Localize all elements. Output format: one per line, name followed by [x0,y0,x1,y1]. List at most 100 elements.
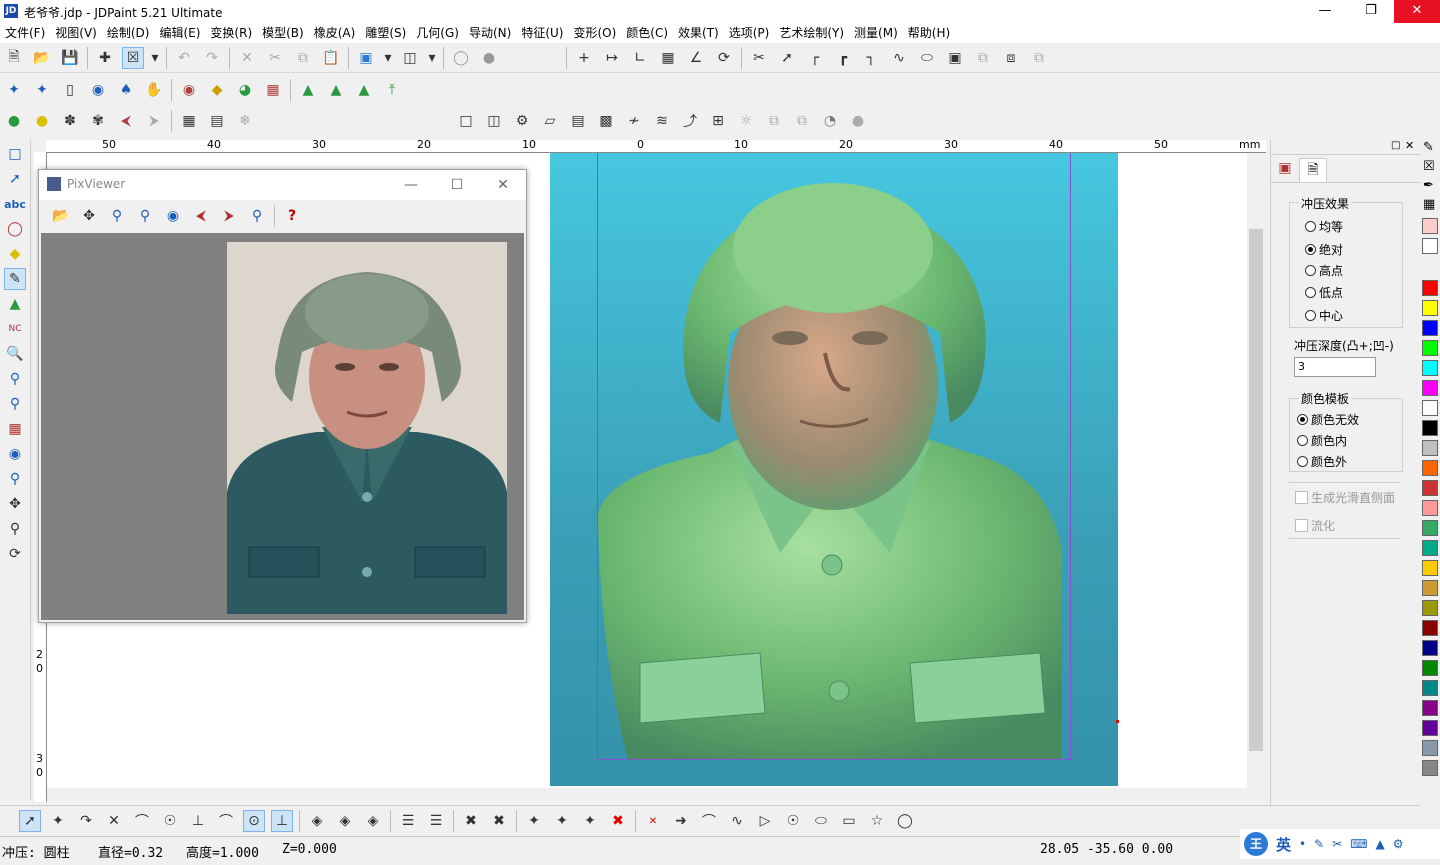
zoom-fit-icon[interactable]: ⚲ [4,468,26,490]
mountain-icon[interactable]: ▲ [4,293,26,315]
move-icon[interactable]: ✥ [78,205,100,227]
stamp-icon[interactable]: ▲ [297,79,319,101]
overlap-icon[interactable]: ⧉ [763,110,785,132]
pencil-icon[interactable]: ✎ [1423,140,1434,155]
panel-restore-icon[interactable]: □ [1391,140,1400,151]
color-swatch[interactable] [1422,760,1438,776]
text-abc-icon[interactable]: abc [4,193,26,215]
color-swatch[interactable] [1422,680,1438,696]
overlap-2-icon[interactable]: ⧉ [791,110,813,132]
menu-eraser[interactable]: 橡皮(A) [309,23,361,43]
shell-icon[interactable]: ◉ [178,79,200,101]
multi-light-icon[interactable]: ✾ [87,110,109,132]
select-box-icon[interactable]: ☒ [122,47,144,69]
combine-icon[interactable]: ⧈ [1000,47,1022,69]
color-swatch[interactable] [1422,740,1438,756]
color-wheel-icon[interactable]: ◕ [234,79,256,101]
ime-pen-icon[interactable]: ✎ [1314,837,1324,851]
layer-icon[interactable]: ▦ [262,79,284,101]
extend-icon[interactable]: ➚ [776,47,798,69]
node-delete-icon[interactable]: ✖ [460,810,482,832]
layer-stack-icon[interactable]: ☰ [397,810,419,832]
grid-icon[interactable]: ▤ [206,110,228,132]
fillet-icon[interactable]: ┌ [804,47,826,69]
menu-art-draw[interactable]: 艺术绘制(Y) [774,23,849,43]
align-icon[interactable]: ◫ [483,110,505,132]
ime-skin-icon[interactable]: ▲ [1376,837,1385,851]
sun-icon[interactable]: ☼ [735,110,757,132]
ime-settings-icon[interactable]: ⚙ [1393,837,1404,851]
maximize-button[interactable]: ☐ [437,174,477,196]
snap-grid-icon[interactable]: ⊙ [243,810,265,832]
node-add-icon[interactable]: ✦ [523,810,545,832]
diamond-node-2-icon[interactable]: ◈ [334,810,356,832]
pin-icon[interactable]: ⤒ [381,79,403,101]
snap-intersect-icon[interactable]: ✕ [103,810,125,832]
menu-transform[interactable]: 变换(R) [205,23,257,43]
arrow-left-icon[interactable]: ⮜ [190,205,212,227]
chevron-down-icon[interactable]: ▾ [150,47,160,69]
arc-icon[interactable]: ⌒ [698,810,720,832]
arrow-right-icon[interactable]: ⮞ [218,205,240,227]
scroll-thumb[interactable] [1249,229,1263,751]
zoom-out-icon[interactable]: ⚲ [134,205,156,227]
arrow-right-icon[interactable]: ⮞ [143,110,165,132]
ellipse-icon[interactable]: ⬭ [810,810,832,832]
close-button[interactable]: ✕ [483,174,523,196]
hand-icon[interactable]: ✋ [143,79,165,101]
minimize-button[interactable]: — [391,174,431,196]
snap-endpoint-icon[interactable]: ✦ [47,810,69,832]
ime-dot-icon[interactable]: • [1299,837,1306,851]
save-icon[interactable]: 💾 [59,47,81,69]
snap-curve-icon[interactable]: ↷ [75,810,97,832]
fill-tool-icon[interactable]: ◆ [4,243,26,265]
zoom-out-icon[interactable]: ⚲ [4,368,26,390]
line-icon[interactable]: ➜ [670,810,692,832]
paste-icon[interactable]: 📋 [320,47,342,69]
menu-effect[interactable]: 效果(T) [673,23,724,43]
zoom-icon[interactable]: ⚲ [4,518,26,540]
circle-outline-icon[interactable]: ◯ [894,810,916,832]
arrow-left-icon[interactable]: ⮜ [115,110,137,132]
node-move-icon[interactable]: ✦ [551,810,573,832]
color-swatch[interactable] [1422,720,1438,736]
menu-sculpt[interactable]: 雕塑(S) [360,23,411,43]
color-swatch[interactable] [1422,420,1438,436]
flow-checkbox[interactable]: 流化 [1295,517,1335,534]
ime-keyboard-icon[interactable]: ⌨ [1350,837,1367,851]
bulb-on-icon[interactable]: ● [31,110,53,132]
figure-icon[interactable]: ♠ [115,79,137,101]
frame-icon[interactable]: ▣ [944,47,966,69]
menu-draw[interactable]: 绘制(D) [102,23,155,43]
open-folder-icon[interactable]: 📂 [50,205,72,227]
bulb-icon[interactable]: ● [3,110,25,132]
menu-feature[interactable]: 特征(U) [516,23,568,43]
corner-icon[interactable]: ┐ [860,47,882,69]
cross-box-icon[interactable]: ☒ [1423,159,1435,174]
rotate-icon[interactable]: ⟳ [713,47,735,69]
color-swatch[interactable] [1422,218,1438,234]
help-icon[interactable]: ? [281,205,303,227]
open-folder-icon[interactable]: 📂 [31,47,53,69]
delete-icon[interactable]: ✕ [236,47,258,69]
color-swatch[interactable] [1422,700,1438,716]
color-swatch[interactable] [1422,280,1438,296]
stamp-3-icon[interactable]: ▲ [353,79,375,101]
model-tool-2-icon[interactable]: ✦ [31,79,53,101]
lights-icon[interactable]: ✽ [59,110,81,132]
skew-icon[interactable]: ▱ [539,110,561,132]
layer-stack-2-icon[interactable]: ☰ [425,810,447,832]
restore-button[interactable]: ❐ [1348,0,1394,23]
menu-edit[interactable]: 编辑(E) [154,23,205,43]
color-swatch[interactable] [1422,400,1438,416]
stamp-2-icon[interactable]: ▲ [325,79,347,101]
ungroup-icon[interactable]: ⧉ [1028,47,1050,69]
menu-file[interactable]: 文件(F) [0,23,50,43]
box-icon[interactable]: ▤ [567,110,589,132]
chevron-down-icon[interactable]: ▾ [383,47,393,69]
image-viewport[interactable] [41,233,524,620]
color-swatch[interactable] [1422,440,1438,456]
ime-logo[interactable]: 王 [1244,832,1268,856]
radio-color-outside[interactable]: 颜色外 [1297,453,1347,470]
shield-filled-icon[interactable]: ● [478,47,500,69]
